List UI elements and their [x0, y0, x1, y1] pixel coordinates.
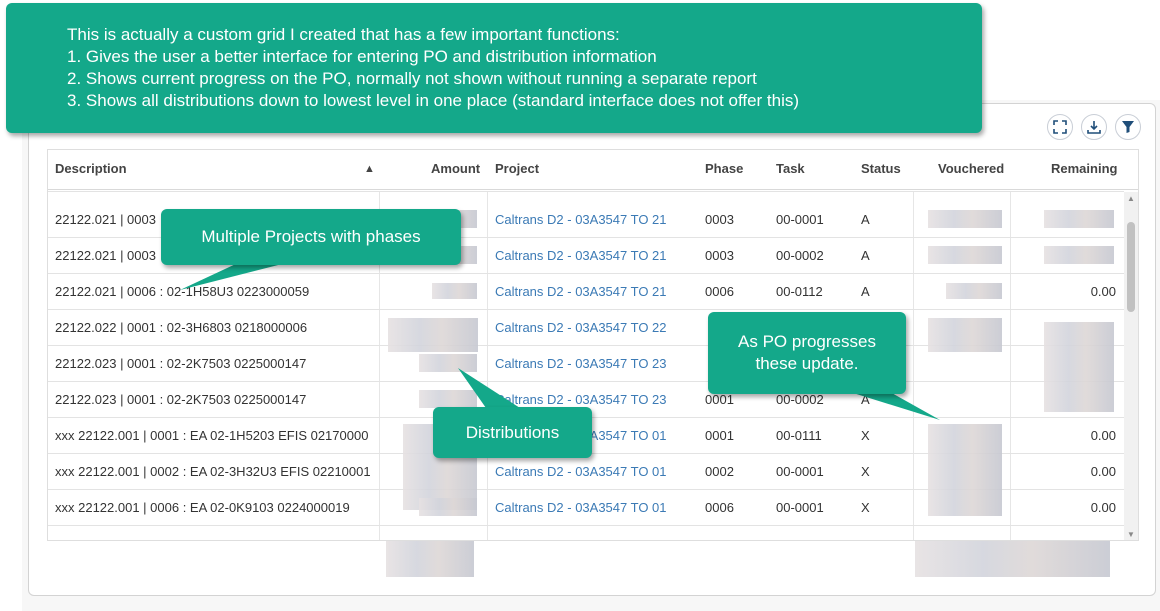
cell-phase: 0006 — [705, 500, 734, 515]
scroll-up-arrow-icon[interactable]: ▲ — [1126, 194, 1136, 204]
cell-description: 22122.021 | 0003 — [55, 212, 156, 227]
redacted-vouchered — [928, 246, 1002, 264]
data-grid: Description ▲ Amount Project Phase Task … — [47, 149, 1139, 541]
grid-toolbar — [1047, 114, 1141, 140]
cell-task: 00-0001 — [776, 500, 824, 515]
cell-project-link[interactable]: Caltrans D2 - 03A3547 TO 01 — [495, 454, 667, 490]
cell-status: A — [861, 212, 870, 227]
redacted-amount — [419, 498, 477, 516]
redacted-amount-total — [386, 541, 474, 577]
redacted-amount — [432, 283, 477, 299]
cell-phase: 0003 — [705, 248, 734, 263]
redacted-vouchered — [928, 210, 1002, 228]
cell-description: 22122.023 | 0001 : 02-2K7503 0225000147 — [55, 392, 307, 407]
cell-status: X — [861, 500, 870, 515]
cell-phase: 0006 — [705, 284, 734, 299]
cell-remaining: 0.00 — [1090, 464, 1116, 479]
callout-distributions-text: Distributions — [465, 422, 560, 442]
table-row-partial — [48, 180, 1124, 192]
cell-remaining: 0.00 — [1090, 428, 1116, 443]
callout-main-line: This is actually a custom grid I created… — [67, 25, 620, 44]
callout-progress-text: these update. — [755, 354, 859, 373]
cell-description: xxx 22122.001 | 0001 : EA 02-1H5203 EFIS… — [55, 428, 369, 443]
redacted-amount — [388, 318, 478, 352]
cell-description: 22122.021 | 0006 : 02-1H58U3 0223000059 — [55, 284, 310, 299]
cell-description: 22122.023 | 0001 : 02-2K7503 0225000147 — [55, 356, 307, 371]
cell-project-link[interactable]: Caltrans D2 - 03A3547 TO 23 — [495, 346, 667, 382]
vertical-scrollbar[interactable]: ▲ ▼ — [1124, 192, 1138, 540]
cell-status: X — [861, 428, 870, 443]
cell-project-link[interactable]: Caltrans D2 - 03A3547 TO 21 — [495, 238, 667, 274]
redacted-vouchered — [928, 424, 1002, 516]
download-button[interactable] — [1081, 114, 1107, 140]
scrollbar-thumb[interactable] — [1127, 222, 1135, 312]
cell-remaining: 0.00 — [1090, 284, 1116, 299]
cell-phase: 0002 — [705, 464, 734, 479]
cell-description: 22122.021 | 0003 — [55, 248, 156, 263]
cell-description: xxx 22122.001 | 0006 : EA 02-0K9103 0224… — [55, 500, 350, 515]
cell-project-link[interactable]: Caltrans D2 - 03A3547 TO 21 — [495, 274, 667, 310]
cell-phase: 0001 — [705, 428, 734, 443]
callout-main: This is actually a custom grid I created… — [6, 3, 982, 133]
cell-project-link[interactable]: Caltrans D2 - 03A3547 TO 22 — [495, 310, 667, 346]
cell-description: xxx 22122.001 | 0002 : EA 02-3H32U3 EFIS… — [55, 464, 371, 479]
cell-task: 00-0001 — [776, 212, 824, 227]
redacted-remaining — [1044, 322, 1114, 412]
cell-project-link[interactable]: Caltrans D2 - 03A3547 TO 21 — [495, 202, 667, 238]
redacted-vouchered — [946, 283, 1002, 299]
callout-progress: As PO progresses these update. — [708, 312, 906, 394]
redacted-remaining — [1044, 210, 1114, 228]
cell-status: A — [861, 284, 870, 299]
cell-project-link[interactable]: Caltrans D2 - 03A3547 TO 01 — [495, 490, 667, 526]
grid-panel: Description ▲ Amount Project Phase Task … — [28, 103, 1156, 596]
download-icon — [1087, 121, 1101, 134]
cell-description: 22122.022 | 0001 : 02-3H6803 0218000006 — [55, 320, 308, 335]
cell-task: 00-0001 — [776, 464, 824, 479]
redacted-totals — [915, 541, 1110, 577]
sort-ascending-icon[interactable]: ▲ — [364, 163, 376, 175]
cell-status: A — [861, 248, 870, 263]
cell-task: 00-0002 — [776, 248, 824, 263]
callout-projects: Multiple Projects with phases — [161, 209, 461, 265]
redacted-amount — [419, 390, 477, 408]
expand-button[interactable] — [1047, 114, 1073, 140]
cell-task: 00-0111 — [776, 428, 822, 443]
cell-status: X — [861, 464, 870, 479]
cell-remaining: 0.00 — [1090, 500, 1116, 515]
redacted-vouchered — [928, 318, 1002, 352]
callout-distributions: Distributions — [433, 407, 592, 458]
callout-projects-text: Multiple Projects with phases — [201, 227, 421, 246]
scroll-down-arrow-icon[interactable]: ▼ — [1126, 530, 1136, 540]
filter-button[interactable] — [1115, 114, 1141, 140]
redacted-amount — [419, 354, 477, 372]
callout-main-line: 1. Gives the user a better interface for… — [67, 47, 657, 66]
filter-icon — [1122, 121, 1134, 133]
callout-progress-text: As PO progresses — [738, 332, 876, 351]
callout-main-line: 3. Shows all distributions down to lowes… — [67, 91, 800, 110]
cell-phase: 0003 — [705, 212, 734, 227]
redacted-remaining — [1044, 246, 1114, 264]
callout-main-line: 2. Shows current progress on the PO, nor… — [67, 69, 757, 88]
expand-icon — [1053, 120, 1067, 134]
cell-task: 00-0112 — [776, 284, 823, 299]
